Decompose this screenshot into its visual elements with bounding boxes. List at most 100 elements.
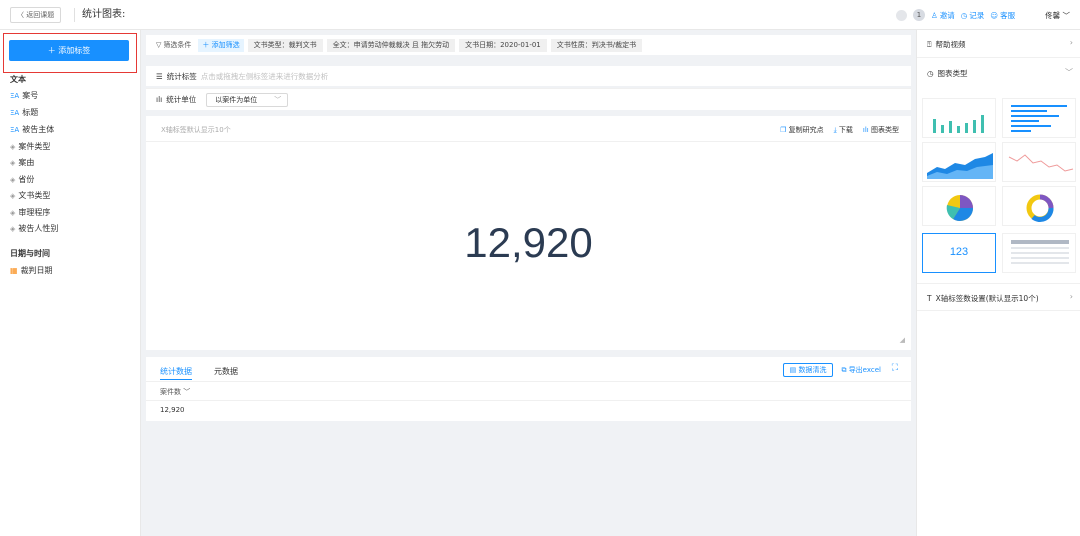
- filter-chip[interactable]: 文书性质：判决书/裁定书: [550, 38, 643, 52]
- user-name: 佟馨: [1045, 10, 1061, 20]
- horizontal-bar-icon: [1011, 105, 1067, 132]
- field-item-case-number[interactable]: ΞA 案号: [10, 90, 38, 101]
- data-clean-button[interactable]: ▤ 数据清洗: [782, 363, 834, 377]
- download-icon: ⤓: [833, 126, 837, 134]
- chevron-right-icon: ›: [1069, 292, 1073, 301]
- right-settings-panel: ⍰ 帮助视频 › ◷ 图表类型 ﹀ 123 T X轴标签数设置(默认显示10个)…: [916, 30, 1080, 536]
- pie-chart-icon: [946, 195, 974, 222]
- status-dot: [896, 9, 907, 21]
- field-item-doc-type[interactable]: ◈ 文书类型: [10, 190, 50, 201]
- field-item-judgment-date[interactable]: ▦ 裁判日期: [10, 265, 53, 276]
- support-label: 客服: [1000, 10, 1016, 20]
- divider: [74, 8, 75, 22]
- history-link[interactable]: ◷ 记录: [961, 10, 985, 21]
- column-header[interactable]: 案件数 ﹀: [160, 387, 190, 397]
- user-menu[interactable]: 佟馨 ﹀: [1045, 10, 1070, 21]
- text-field-icon: ΞA: [10, 125, 20, 134]
- back-button[interactable]: 〈 返回课题: [10, 7, 62, 23]
- stat-tag-label: 统计标签: [166, 71, 197, 81]
- resize-handle-icon[interactable]: ◢: [900, 336, 905, 344]
- table-icon: [1011, 240, 1069, 264]
- tab-metadata[interactable]: 元数据: [214, 366, 238, 380]
- add-tag-button[interactable]: ＋ 添加标签: [9, 40, 129, 61]
- field-label: 案件类型: [18, 142, 51, 151]
- filter-chip[interactable]: 文书类型：裁判文书: [247, 38, 323, 52]
- filter-chip[interactable]: 文书日期：2020-01-01: [459, 38, 547, 52]
- field-label: 案由: [18, 158, 35, 167]
- data-actions: ▤ 数据清洗 ⧉ 导出excel: [782, 363, 881, 377]
- calendar-icon: ▦: [10, 266, 18, 275]
- stat-tag-dropzone[interactable]: ☰ 统计标签 点击或拖拽左侧标签进来进行数据分析: [146, 66, 911, 86]
- text-t-icon: T: [927, 294, 932, 303]
- divider: [146, 400, 911, 401]
- field-sidebar: ＋ 添加标签 文本 ΞA 案号 ΞA 标题 ΞA 被告主体 ◈ 案件类型 ◈ 案…: [0, 30, 141, 536]
- data-panel: 统计数据 元数据 ▤ 数据清洗 ⧉ 导出excel ⛶ 案件数 ﹀ 12,920: [146, 357, 911, 421]
- stat-tag-placeholder: 点击或拖拽左侧标签进来进行数据分析: [200, 71, 329, 81]
- bar-chart-icon: ılı: [156, 95, 163, 104]
- chart-header: X轴标签默认显示10个 ❐ 复制研究点 ⤓ 下载 ılı 图表类型: [146, 116, 911, 142]
- invite-link[interactable]: ♙ 邀请: [931, 10, 955, 21]
- top-bar: 〈 返回课题 统计图表: 1 ♙ 邀请 ◷ 记录 ☺ 客服 佟馨 ﹀: [0, 0, 1080, 30]
- history-label: 记录: [969, 10, 985, 20]
- chevron-down-icon: ﹀: [183, 388, 191, 396]
- chevron-down-icon: ﹀: [1062, 10, 1071, 20]
- group-title-text: 文本: [10, 75, 26, 84]
- chart-type-line-thumb[interactable]: [1002, 142, 1076, 182]
- download-button[interactable]: ⤓ 下载: [834, 125, 853, 135]
- clean-label: 数据清洗: [798, 366, 827, 374]
- chart-type-area-thumb[interactable]: [922, 142, 996, 182]
- category-field-icon: ◈: [10, 142, 16, 151]
- field-item-trial-procedure[interactable]: ◈ 审理程序: [10, 207, 50, 218]
- chart-panel: X轴标签默认显示10个 ❐ 复制研究点 ⤓ 下载 ılı 图表类型 12,920…: [146, 116, 911, 350]
- add-filter-button[interactable]: ＋ 添加筛选: [198, 38, 244, 52]
- chart-type-row[interactable]: ◷ 图表类型 ﹀: [917, 59, 1080, 87]
- user-icon: ♙: [931, 10, 938, 20]
- table-cell: 12,920: [160, 406, 185, 414]
- support-link[interactable]: ☺ 客服: [990, 10, 1015, 21]
- x-axis-note: X轴标签默认显示10个: [161, 126, 231, 134]
- stat-unit-row: ılı 统计单位 以案件为单位 ﹀: [146, 88, 911, 110]
- chevron-down-icon: ﹀: [274, 95, 282, 104]
- invite-label: 邀请: [939, 10, 955, 20]
- big-number-value: 12,920: [464, 219, 593, 266]
- chart-type-bar-thumb[interactable]: [922, 98, 996, 138]
- chart-type-number-thumb[interactable]: 123: [922, 233, 996, 273]
- page-title: 统计图表:: [82, 9, 126, 20]
- stat-unit-value: 以案件为单位: [215, 95, 258, 104]
- field-item-defendant-gender[interactable]: ◈ 被告人性别: [10, 223, 58, 234]
- chart-type-hbar-thumb[interactable]: [1002, 98, 1076, 138]
- number-card-icon: 123: [949, 246, 969, 258]
- chevron-down-icon: ﹀: [1065, 68, 1073, 77]
- bar-chart-icon: ılı: [862, 126, 869, 134]
- filter-bar: ▽ 筛选条件 ＋ 添加筛选 文书类型：裁判文书 全文：申请劳动仲裁裁决 且 拖欠…: [146, 35, 911, 55]
- field-item-province[interactable]: ◈ 省份: [10, 174, 34, 185]
- category-field-icon: ◈: [10, 208, 16, 217]
- field-label: 案号: [22, 91, 39, 100]
- field-item-case-type[interactable]: ◈ 案件类型: [10, 141, 50, 152]
- chevron-right-icon: ›: [1069, 38, 1073, 47]
- field-label: 省份: [18, 175, 35, 184]
- help-video-row[interactable]: ⍰ 帮助视频 ›: [917, 30, 1080, 58]
- filter-label: ▽ 筛选条件: [156, 40, 191, 50]
- group-title-datetime: 日期与时间: [10, 249, 50, 258]
- x-axis-setting-row[interactable]: T X轴标签数设置(默认显示10个) ›: [917, 283, 1080, 311]
- list-icon: ☰: [156, 71, 163, 81]
- tab-statistics[interactable]: 统计数据: [160, 366, 192, 380]
- field-item-cause[interactable]: ◈ 案由: [10, 157, 34, 168]
- notification-badge[interactable]: 1: [913, 9, 925, 21]
- donut-chart-icon: [1026, 194, 1054, 223]
- category-field-icon: ◈: [10, 191, 16, 200]
- field-item-defendant[interactable]: ΞA 被告主体: [10, 124, 54, 135]
- field-label: 被告主体: [22, 125, 55, 134]
- export-excel-button[interactable]: ⧉ 导出excel: [841, 365, 881, 375]
- stat-unit-select[interactable]: 以案件为单位 ﹀: [206, 92, 289, 107]
- filter-chip[interactable]: 全文：申请劳动仲裁裁决 且 拖欠劳动: [326, 38, 456, 52]
- chart-type-table-thumb[interactable]: [1002, 233, 1076, 273]
- chart-type-section-label: 图表类型: [937, 69, 968, 78]
- field-item-title[interactable]: ΞA 标题: [10, 107, 38, 118]
- chart-type-button[interactable]: ılı 图表类型: [863, 125, 899, 135]
- chart-type-donut-thumb[interactable]: [1002, 186, 1076, 226]
- copy-research-point-button[interactable]: ❐ 复制研究点: [780, 125, 824, 135]
- fullscreen-icon[interactable]: ⛶: [892, 363, 898, 373]
- chart-type-pie-thumb[interactable]: [922, 186, 996, 226]
